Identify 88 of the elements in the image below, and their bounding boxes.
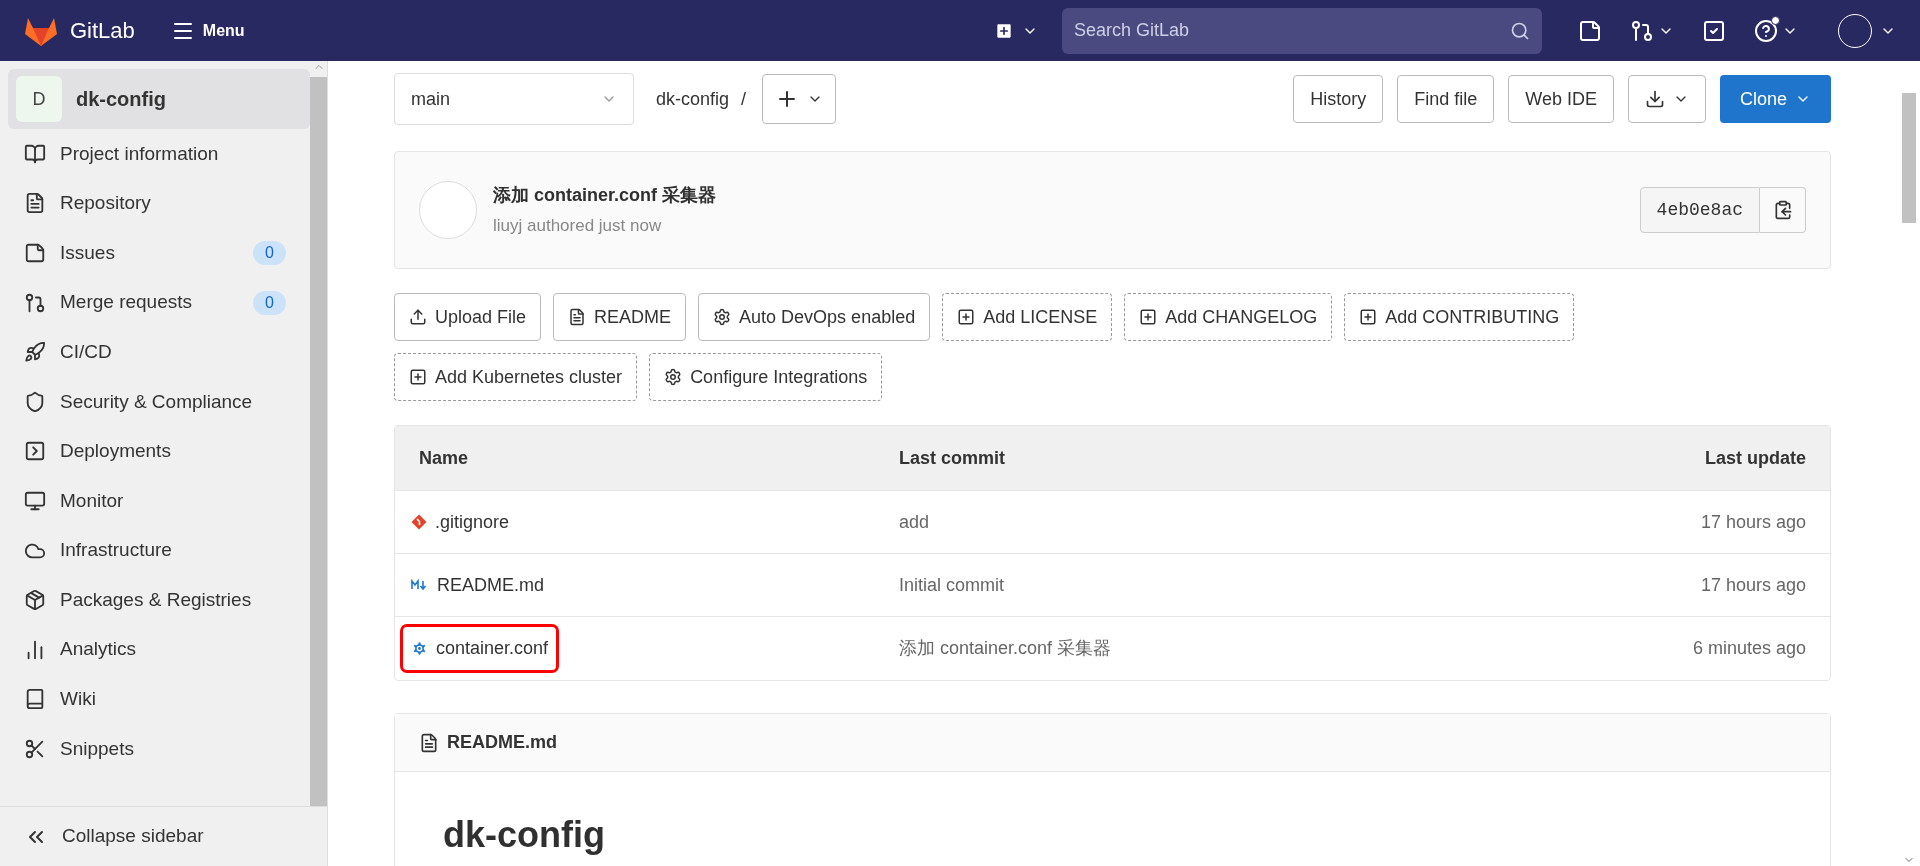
toolbar-button[interactable]: Find file — [1397, 75, 1495, 123]
download-icon — [1644, 89, 1665, 109]
toolbar-button[interactable]: History — [1293, 75, 1384, 123]
copy-sha-button[interactable] — [1760, 187, 1806, 233]
column-header: Last commit — [899, 446, 1007, 470]
action-button[interactable]: README — [553, 293, 687, 341]
plus-square-icon — [957, 308, 976, 326]
sidebar-item[interactable]: Wiki — [8, 674, 310, 725]
file-link[interactable]: .gitignore — [403, 500, 518, 544]
todo-icon[interactable] — [1702, 18, 1726, 43]
action-button[interactable]: Add LICENSE — [942, 293, 1113, 341]
path-separator: / — [741, 87, 747, 111]
file-link[interactable]: container.conf — [403, 627, 557, 670]
file-link[interactable]: README.md — [403, 563, 552, 607]
action-button[interactable]: Add CONTRIBUTING — [1344, 293, 1575, 341]
document-icon — [568, 308, 587, 326]
merge-request-icon — [1630, 18, 1654, 43]
project-name: dk-config — [76, 87, 166, 112]
monitor-icon — [24, 489, 46, 512]
scrollbar-thumb[interactable] — [310, 77, 327, 806]
help-icon — [1754, 18, 1778, 43]
sidebar-item[interactable]: Analytics — [8, 624, 310, 675]
add-button[interactable] — [762, 74, 837, 124]
book-icon — [24, 688, 46, 711]
plus-square-icon — [409, 368, 427, 386]
commit-message[interactable]: 添加 container.conf 采集器 — [899, 635, 1506, 662]
document-icon — [24, 192, 46, 215]
settings-icon — [713, 308, 732, 326]
breadcrumb-link[interactable]: dk-config — [656, 85, 730, 113]
plus-square-icon — [1139, 308, 1158, 326]
git-diamond-icon — [411, 514, 427, 530]
settings-icon — [411, 640, 428, 657]
commit-message[interactable]: add — [899, 508, 1506, 536]
project-header[interactable]: D dk-config — [8, 69, 310, 129]
book-icon — [24, 142, 46, 165]
sidebar-item[interactable]: Security & Compliance — [8, 376, 310, 427]
sidebar-item[interactable]: Issues 0 — [8, 228, 310, 278]
commit-message[interactable]: Initial commit — [899, 571, 1506, 599]
clone-button[interactable]: Clone — [1719, 75, 1831, 123]
update-time: 17 hours ago — [1699, 573, 1806, 597]
sidebar-item[interactable]: Snippets — [8, 724, 310, 774]
collapse-sidebar-button[interactable]: Collapse sidebar — [0, 806, 327, 866]
count-badge: 0 — [253, 290, 286, 315]
readme-filename: README.md — [447, 731, 557, 754]
sidebar-item[interactable]: Deployments — [8, 426, 310, 477]
branch-dropdown[interactable]: main — [394, 73, 634, 125]
sidebar-item[interactable]: Repository — [8, 178, 310, 229]
menu-button[interactable]: Menu — [170, 18, 245, 43]
sidebar-item[interactable]: Infrastructure — [8, 525, 310, 576]
update-time: 6 minutes ago — [1691, 637, 1806, 660]
commit-meta: liuyj authored just now — [493, 214, 663, 237]
search-field[interactable]: Search GitLab — [1062, 7, 1542, 54]
sidebar-item[interactable]: Monitor — [8, 476, 310, 526]
column-header: Name — [419, 446, 470, 470]
merge-request-icon — [24, 291, 46, 314]
deploy-icon — [24, 440, 46, 463]
download-button[interactable] — [1627, 75, 1706, 123]
sidebar-item[interactable]: Merge requests 0 — [8, 277, 310, 328]
package-icon — [24, 589, 46, 612]
document-icon — [419, 732, 439, 753]
rocket-icon — [24, 341, 46, 364]
search-icon — [1510, 20, 1530, 41]
toolbar-button[interactable]: Web IDE — [1508, 75, 1614, 123]
note-icon[interactable] — [1578, 18, 1602, 43]
action-button[interactable]: Add Kubernetes cluster — [394, 353, 638, 401]
column-header: Last update — [1704, 446, 1806, 470]
shield-icon — [24, 390, 46, 413]
readme-heading: dk-config — [443, 808, 1782, 866]
action-button[interactable]: Auto DevOps enabled — [698, 293, 931, 341]
sidebar-item[interactable]: Project information — [8, 129, 310, 179]
scrollbar-thumb[interactable] — [1902, 93, 1916, 223]
sidebar-item[interactable]: Packages & Registries — [8, 575, 310, 625]
sidebar-item[interactable]: CI/CD — [8, 327, 310, 377]
scissors-icon — [24, 737, 46, 760]
action-button[interactable]: Configure Integrations — [649, 353, 883, 401]
plus-square-icon — [1359, 308, 1378, 326]
action-button[interactable]: Upload File — [394, 293, 542, 341]
commit-sha[interactable]: 4eb0e8ac — [1639, 187, 1760, 233]
markdown-icon — [411, 579, 429, 591]
update-time: 17 hours ago — [1699, 510, 1806, 534]
commit-title[interactable]: 添加 container.conf 采集器 — [493, 181, 717, 209]
upload-icon — [409, 308, 427, 326]
action-button[interactable]: Add CHANGELOG — [1124, 293, 1333, 341]
count-badge: 0 — [253, 241, 286, 265]
note-icon — [24, 242, 46, 264]
brand-name[interactable]: GitLab — [70, 14, 135, 47]
project-avatar: D — [16, 76, 62, 122]
settings-icon — [664, 368, 683, 386]
